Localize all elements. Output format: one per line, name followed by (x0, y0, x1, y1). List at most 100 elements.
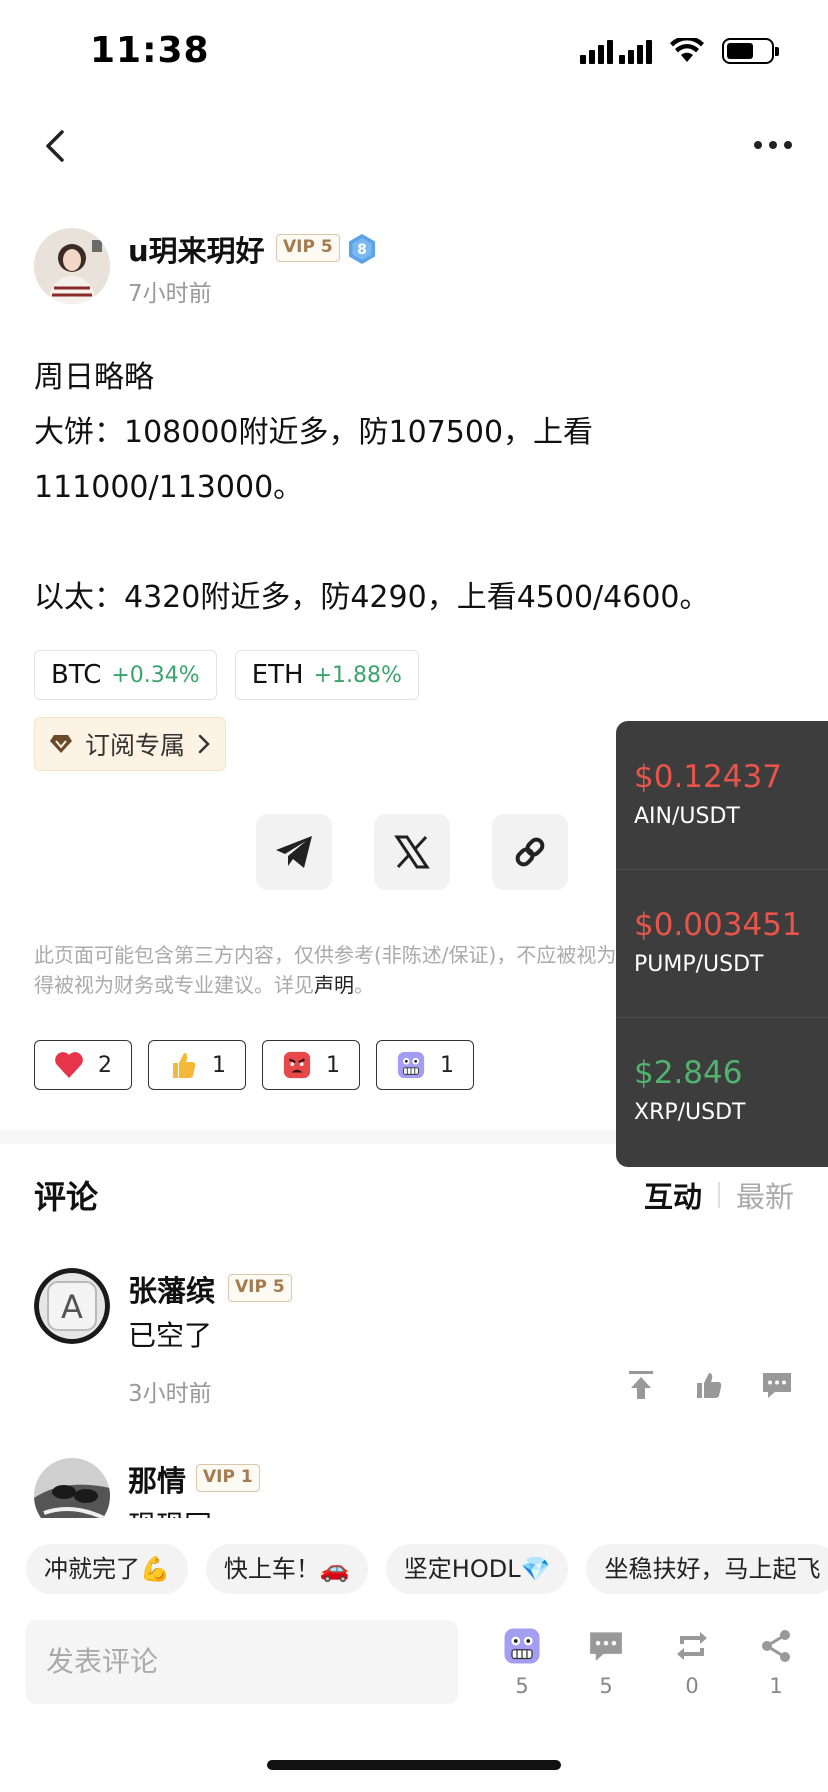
price-ticker-panel[interactable]: $0.12437 AIN/USDT $0.003451 PUMP/USDT $2… (616, 721, 828, 1167)
status-icons (580, 38, 779, 64)
level-badge-icon: 8 (349, 234, 375, 264)
ticker-item[interactable]: $0.003451 PUMP/USDT (616, 869, 828, 1017)
battery-icon (722, 38, 779, 64)
level-number: 8 (357, 242, 367, 258)
grimace-face-icon (500, 1624, 544, 1668)
tab-latest[interactable]: 最新 (736, 1174, 794, 1216)
pin-top-icon[interactable] (624, 1368, 658, 1402)
copy-link-button[interactable] (492, 814, 568, 890)
post-line: 大饼：108000附近多，防107500，上看 (34, 415, 594, 450)
ticker-pair: AIN/USDT (634, 804, 740, 829)
ticker-pair: PUMP/USDT (634, 952, 764, 977)
heart-icon (54, 1050, 84, 1080)
coin-tag-btc[interactable]: BTC +0.34% (34, 650, 217, 700)
comment-icon (584, 1624, 628, 1668)
status-bar: 11:38 (0, 0, 828, 100)
share-telegram-button[interactable] (256, 814, 332, 890)
quick-reply-chip[interactable]: 快上车！🚗 (205, 1544, 368, 1594)
coin-change: +1.88% (313, 662, 402, 688)
coin-tags: BTC +0.34% ETH +1.88% (34, 650, 419, 700)
vip-badge: VIP 1 (196, 1464, 260, 1492)
coin-tag-eth[interactable]: ETH +1.88% (234, 650, 419, 700)
ticker-item[interactable]: $2.846 XRP/USDT (616, 1017, 828, 1165)
comment-item: A 张藩缤 VIP 5 已空了 3小时前 (34, 1268, 794, 1418)
share-icon (754, 1624, 798, 1668)
subscribe-label: 订阅专属 (85, 731, 186, 760)
disclaimer-end: 。 (354, 973, 374, 997)
disclaimer-link[interactable]: 声明 (314, 973, 354, 997)
reaction-angry[interactable]: 1 (262, 1040, 360, 1090)
reaction-count: 1 (440, 1052, 454, 1078)
link-icon (515, 837, 545, 867)
commenter-name[interactable]: 那情 (128, 1458, 186, 1500)
comment-text: 已空了 (128, 1319, 213, 1352)
more-options-icon[interactable] (748, 130, 798, 160)
repost-icon (670, 1624, 714, 1668)
subscribe-exclusive-button[interactable]: 订阅专属 (34, 717, 227, 771)
coin-change: +0.34% (111, 662, 200, 688)
quick-reply-chip[interactable]: 坐稳扶好，马上起飞 (586, 1544, 828, 1594)
commenter-avatar[interactable] (34, 1458, 110, 1518)
post-content: 周日略略 大饼：108000附近多，防107500，上看 111000/1130… (34, 350, 804, 625)
comment-actions (624, 1368, 794, 1402)
reaction-heart[interactable]: 2 (34, 1040, 132, 1090)
quick-reply-chip[interactable]: 冲就完了💪 (26, 1544, 188, 1594)
coin-symbol: ETH (251, 660, 304, 690)
comment-time: 3小时前 (128, 1381, 212, 1407)
coin-symbol: BTC (51, 660, 102, 690)
x-logo-icon (394, 835, 430, 869)
share-button[interactable]: 1 (746, 1624, 806, 1698)
telegram-icon (276, 836, 312, 868)
comment-input[interactable]: 发表评论 (26, 1620, 458, 1704)
repost-button[interactable]: 0 (662, 1624, 722, 1698)
status-time: 11:38 (90, 30, 210, 71)
share-x-button[interactable] (374, 814, 450, 890)
share-row (256, 814, 568, 890)
home-indicator (267, 1760, 561, 1770)
vip-badge: VIP 5 (228, 1274, 292, 1302)
ticker-price: $0.003451 (634, 907, 802, 943)
reaction-grimace[interactable]: 1 (376, 1040, 474, 1090)
ticker-price: $2.846 (634, 1055, 743, 1091)
quick-reply-chip[interactable]: 坚定HODL💎 (385, 1544, 569, 1594)
reply-icon[interactable] (760, 1368, 794, 1402)
angry-face-icon (282, 1050, 312, 1080)
reaction-count: 2 (98, 1052, 112, 1078)
reaction-count: 1 (326, 1052, 340, 1078)
ticker-price: $0.12437 (634, 759, 782, 795)
commenter-name[interactable]: 张藩缤 (128, 1268, 215, 1310)
cellular-signal-icon (580, 38, 652, 64)
comment-count: 5 (599, 1674, 613, 1698)
post-line (34, 515, 804, 570)
bottom-action-bar: 发表评论 5 5 0 1 (0, 1616, 828, 1716)
author-avatar[interactable] (34, 228, 110, 304)
like-icon[interactable] (692, 1368, 726, 1402)
react-count: 5 (515, 1674, 529, 1698)
reaction-thumbs-up[interactable]: 1 (148, 1040, 246, 1090)
vip-badge: VIP 5 (276, 234, 340, 262)
author-name[interactable]: u玥来玥好 (128, 228, 265, 270)
tab-separator (717, 1182, 720, 1208)
grimace-face-icon (396, 1050, 426, 1080)
chevron-right-icon (198, 734, 210, 754)
post-line: 以太：4320附近多，防4290，上看4500/4600。 (34, 580, 710, 615)
comment-button[interactable]: 5 (576, 1624, 636, 1698)
back-arrow-icon[interactable] (36, 126, 76, 166)
ticker-item[interactable]: $0.12437 AIN/USDT (616, 721, 828, 869)
tab-interaction[interactable]: 互动 (644, 1174, 702, 1216)
ticker-pair: XRP/USDT (634, 1100, 746, 1125)
commenter-avatar[interactable]: A (34, 1268, 110, 1344)
share-count: 1 (769, 1674, 783, 1698)
top-nav (0, 120, 828, 180)
reaction-count: 1 (212, 1052, 226, 1078)
reactions: 2 1 1 1 (34, 1040, 474, 1090)
comment-item: 那情 VIP 1 现现同 (34, 1458, 794, 1518)
react-button[interactable]: 5 (492, 1624, 552, 1698)
post-line: 111000/113000。 (34, 470, 304, 505)
wifi-icon (670, 38, 704, 62)
comment-sort-tabs: 互动 最新 (644, 1174, 794, 1216)
post-time: 7小时前 (128, 281, 212, 307)
post-line: 周日略略 (34, 360, 154, 395)
repost-count: 0 (685, 1674, 699, 1698)
svg-text:A: A (61, 1288, 83, 1326)
